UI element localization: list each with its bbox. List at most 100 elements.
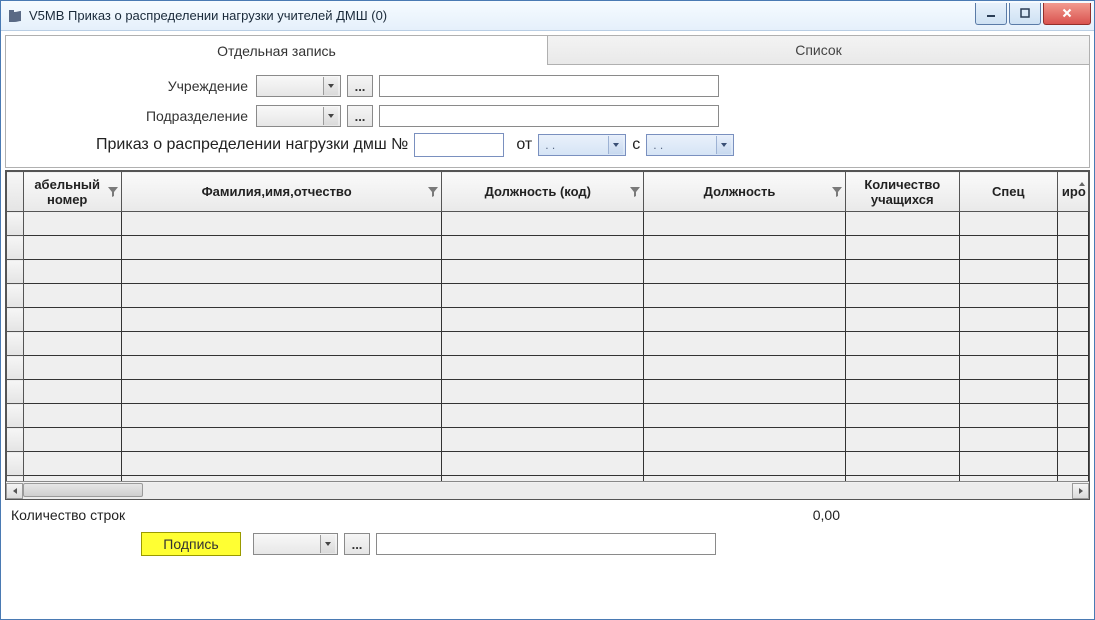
institution-text[interactable] [379, 75, 719, 97]
table-row[interactable] [7, 428, 1089, 452]
cell[interactable] [121, 260, 442, 284]
cell[interactable] [1057, 212, 1088, 236]
cell[interactable] [442, 212, 644, 236]
cell[interactable] [442, 404, 644, 428]
minimize-button[interactable] [975, 3, 1007, 25]
cell[interactable] [1057, 356, 1088, 380]
department-text[interactable] [379, 105, 719, 127]
cell[interactable] [121, 284, 442, 308]
row-header[interactable] [7, 236, 24, 260]
cell[interactable] [442, 332, 644, 356]
cell[interactable] [845, 284, 959, 308]
date-from-combo[interactable]: . . [538, 134, 626, 156]
cell[interactable] [959, 260, 1057, 284]
col-spec[interactable]: Спец [959, 172, 1057, 212]
cell[interactable] [121, 332, 442, 356]
cell[interactable] [959, 284, 1057, 308]
cell[interactable] [442, 260, 644, 284]
cell[interactable] [644, 236, 846, 260]
institution-combo[interactable] [256, 75, 341, 97]
row-header[interactable] [7, 308, 24, 332]
row-header[interactable] [7, 260, 24, 284]
cell[interactable] [845, 260, 959, 284]
sign-browse-button[interactable]: ... [344, 533, 370, 555]
row-header[interactable] [7, 356, 24, 380]
cell[interactable] [1057, 260, 1088, 284]
cell[interactable] [23, 308, 121, 332]
col-post-code[interactable]: Должность (код) [442, 172, 644, 212]
cell[interactable] [959, 236, 1057, 260]
table-row[interactable] [7, 284, 1089, 308]
department-combo[interactable] [256, 105, 341, 127]
row-header[interactable] [7, 404, 24, 428]
cell[interactable] [23, 356, 121, 380]
cell[interactable] [644, 452, 846, 476]
close-button[interactable] [1043, 3, 1091, 25]
col-tail[interactable]: иро [1057, 172, 1088, 212]
cell[interactable] [23, 452, 121, 476]
cell[interactable] [845, 332, 959, 356]
cell[interactable] [845, 236, 959, 260]
cell[interactable] [121, 308, 442, 332]
cell[interactable] [442, 236, 644, 260]
cell[interactable] [121, 212, 442, 236]
row-header[interactable] [7, 380, 24, 404]
cell[interactable] [23, 428, 121, 452]
cell[interactable] [1057, 332, 1088, 356]
department-browse-button[interactable]: ... [347, 105, 373, 127]
cell[interactable] [1057, 404, 1088, 428]
row-header[interactable] [7, 428, 24, 452]
cell[interactable] [442, 284, 644, 308]
table-row[interactable] [7, 236, 1089, 260]
cell[interactable] [644, 284, 846, 308]
scroll-thumb[interactable] [23, 483, 143, 497]
tab-list[interactable]: Список [548, 35, 1090, 65]
table-row[interactable] [7, 356, 1089, 380]
sign-text[interactable] [376, 533, 716, 555]
cell[interactable] [121, 404, 442, 428]
cell[interactable] [845, 452, 959, 476]
filter-icon[interactable] [831, 186, 843, 198]
table-row[interactable] [7, 332, 1089, 356]
table-row[interactable] [7, 212, 1089, 236]
scroll-right-button[interactable] [1072, 483, 1089, 499]
sign-button[interactable]: Подпись [141, 532, 241, 556]
horizontal-scrollbar[interactable] [6, 481, 1089, 499]
sign-combo[interactable] [253, 533, 338, 555]
cell[interactable] [959, 428, 1057, 452]
cell[interactable] [845, 212, 959, 236]
cell[interactable] [23, 404, 121, 428]
cell[interactable] [1057, 236, 1088, 260]
row-header[interactable] [7, 332, 24, 356]
col-fio[interactable]: Фамилия,имя,отчество [121, 172, 442, 212]
cell[interactable] [442, 308, 644, 332]
cell[interactable] [23, 284, 121, 308]
table-row[interactable] [7, 308, 1089, 332]
cell[interactable] [442, 452, 644, 476]
institution-browse-button[interactable]: ... [347, 75, 373, 97]
cell[interactable] [959, 404, 1057, 428]
cell[interactable] [1057, 452, 1088, 476]
cell[interactable] [23, 380, 121, 404]
cell[interactable] [644, 308, 846, 332]
cell[interactable] [121, 380, 442, 404]
cell[interactable] [959, 308, 1057, 332]
cell[interactable] [121, 428, 442, 452]
cell[interactable] [121, 356, 442, 380]
cell[interactable] [442, 428, 644, 452]
scroll-left-button[interactable] [6, 483, 23, 499]
cell[interactable] [1057, 380, 1088, 404]
cell[interactable] [23, 212, 121, 236]
cell[interactable] [121, 452, 442, 476]
cell[interactable] [23, 236, 121, 260]
col-post[interactable]: Должность [644, 172, 846, 212]
date-since-combo[interactable]: . . [646, 134, 734, 156]
cell[interactable] [644, 356, 846, 380]
col-tabno[interactable]: абельный номер [23, 172, 121, 212]
cell[interactable] [121, 236, 442, 260]
cell[interactable] [959, 212, 1057, 236]
grid-body[interactable]: абельный номер Фамилия,имя,отчество Долж… [6, 171, 1089, 481]
titlebar[interactable]: V5MB Приказ о распределении нагрузки учи… [1, 1, 1094, 31]
cell[interactable] [1057, 308, 1088, 332]
row-header[interactable] [7, 212, 24, 236]
